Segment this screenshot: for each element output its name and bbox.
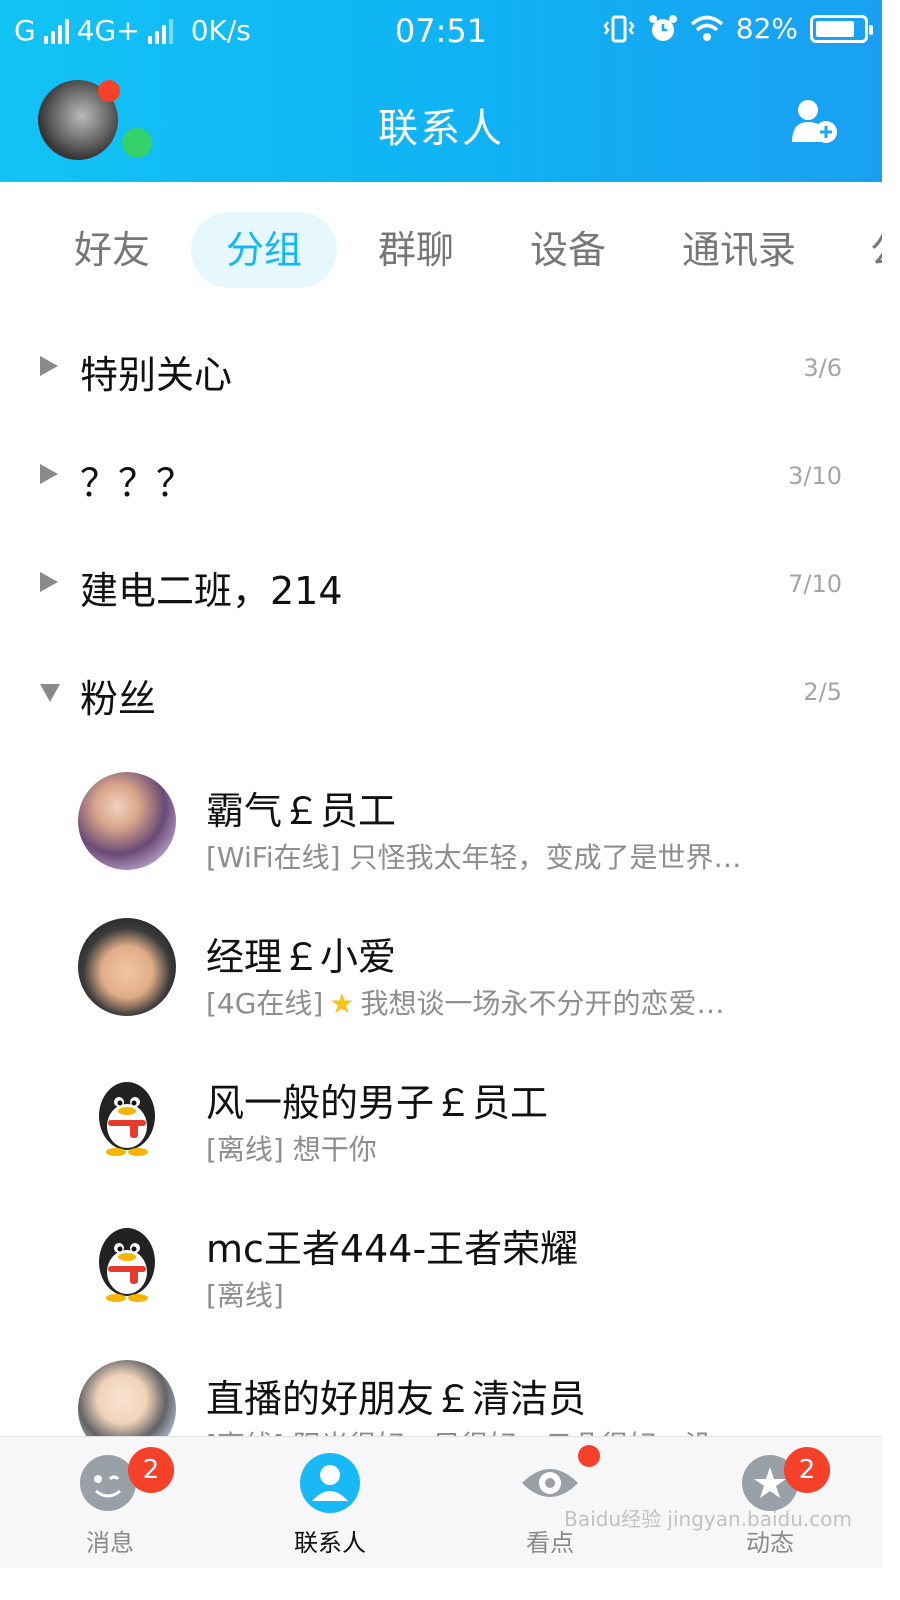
star-icon: ★: [329, 987, 355, 1020]
watermark: Baidu经验 jingyan.baidu.com: [564, 1507, 852, 1531]
group-count: 3/10: [788, 462, 842, 490]
notification-dot: [578, 1445, 600, 1467]
tab-public[interactable]: 公: [870, 212, 882, 288]
header-bar: G 4G+ 0K/s 07:51 82% 联系人: [0, 0, 882, 182]
tab-bar: 好友 分组 群聊 设备 通讯录 公: [0, 182, 882, 312]
page-title: 联系人: [378, 106, 504, 152]
group-row[interactable]: ？？？ 3/10: [0, 438, 882, 518]
group-name: 粉丝: [80, 677, 157, 721]
contact-name: 风一般的男子￡员工: [206, 1081, 549, 1125]
penguin-icon[interactable]: [78, 1064, 176, 1162]
contact-row[interactable]: 风一般的男子￡员工 [离线] 想干你: [0, 1064, 882, 1194]
unread-badge: 2: [128, 1447, 174, 1493]
tab-group-chats[interactable]: 群聊: [378, 212, 454, 288]
contact-row[interactable]: 霸气￡员工 [WiFi在线] 只怪我太年轻，变成了是世界…: [0, 772, 882, 902]
contact-row[interactable]: 经理￡小爱 [4G在线] ★ 我想谈一场永不分开的恋爱…: [0, 918, 882, 1048]
group-count: 3/6: [803, 354, 842, 382]
tab-devices[interactable]: 设备: [530, 212, 606, 288]
signature: 我想谈一场永不分开的恋爱…: [360, 987, 725, 1020]
contact-name: mc王者444-王者荣耀: [206, 1227, 579, 1271]
tab-address-book[interactable]: 通讯录: [682, 212, 796, 288]
group-row[interactable]: 建电二班，214 7/10: [0, 546, 882, 626]
collapse-arrow-icon: [40, 684, 60, 702]
contact-status-line: [离线] 想干你: [206, 1128, 766, 1168]
nav-contacts[interactable]: 联系人: [250, 1437, 410, 1569]
signature: 只怪我太年轻，变成了是世界…: [349, 841, 742, 874]
avatar[interactable]: [78, 918, 176, 1016]
online-status: [离线]: [206, 1133, 284, 1166]
penguin-icon[interactable]: [78, 1210, 176, 1308]
group-count: 2/5: [803, 678, 842, 706]
contact-status-line: [WiFi在线] 只怪我太年轻，变成了是世界…: [206, 836, 766, 876]
group-name: ？？？: [80, 461, 195, 505]
battery-percent: 82%: [735, 12, 798, 45]
expand-arrow-icon: [40, 464, 58, 484]
nav-label: 联系人: [294, 1529, 366, 1557]
wifi-icon: [690, 15, 723, 41]
status-bar: G 4G+ 0K/s 07:51 82%: [0, 0, 882, 60]
add-friend-icon[interactable]: [790, 98, 838, 144]
nav-messages[interactable]: 2 消息: [30, 1437, 190, 1569]
expand-arrow-icon: [40, 572, 58, 592]
tab-friends[interactable]: 好友: [74, 212, 150, 288]
contacts-icon: [300, 1453, 360, 1513]
group-row[interactable]: 特别关心 3/6: [0, 330, 882, 410]
online-status: [WiFi在线]: [206, 841, 341, 874]
alarm-icon: [648, 14, 677, 41]
contact-status-line: [离线]: [206, 1274, 766, 1314]
group-count: 7/10: [788, 570, 842, 598]
nav-label: 消息: [86, 1529, 134, 1557]
contact-name: 经理￡小爱: [206, 935, 397, 979]
contact-row[interactable]: mc王者444-王者荣耀 [离线]: [0, 1210, 882, 1340]
avatar[interactable]: [78, 772, 176, 870]
tab-groups[interactable]: 分组: [191, 212, 337, 288]
battery-icon: [810, 14, 873, 43]
expand-arrow-icon: [40, 356, 58, 376]
contact-name: 直播的好朋友￡清洁员: [206, 1377, 587, 1421]
group-name: 特别关心: [80, 353, 233, 397]
contact-name: 霸气￡员工: [206, 789, 397, 833]
group-row-expanded[interactable]: 粉丝 2/5: [0, 654, 882, 734]
bottom-nav: 2 消息 联系人 看点 2 动态 Baidu经验 jingyan.baidu.c…: [0, 1436, 882, 1568]
contact-status-line: [4G在线] ★ 我想谈一场永不分开的恋爱…: [206, 982, 766, 1022]
online-status: [4G在线]: [206, 987, 324, 1020]
unread-badge: 2: [784, 1447, 830, 1493]
vibrate-icon: [603, 15, 635, 42]
online-status: [离线]: [206, 1279, 284, 1312]
signature: 想干你: [292, 1133, 377, 1166]
group-name: 建电二班，214: [80, 569, 343, 613]
